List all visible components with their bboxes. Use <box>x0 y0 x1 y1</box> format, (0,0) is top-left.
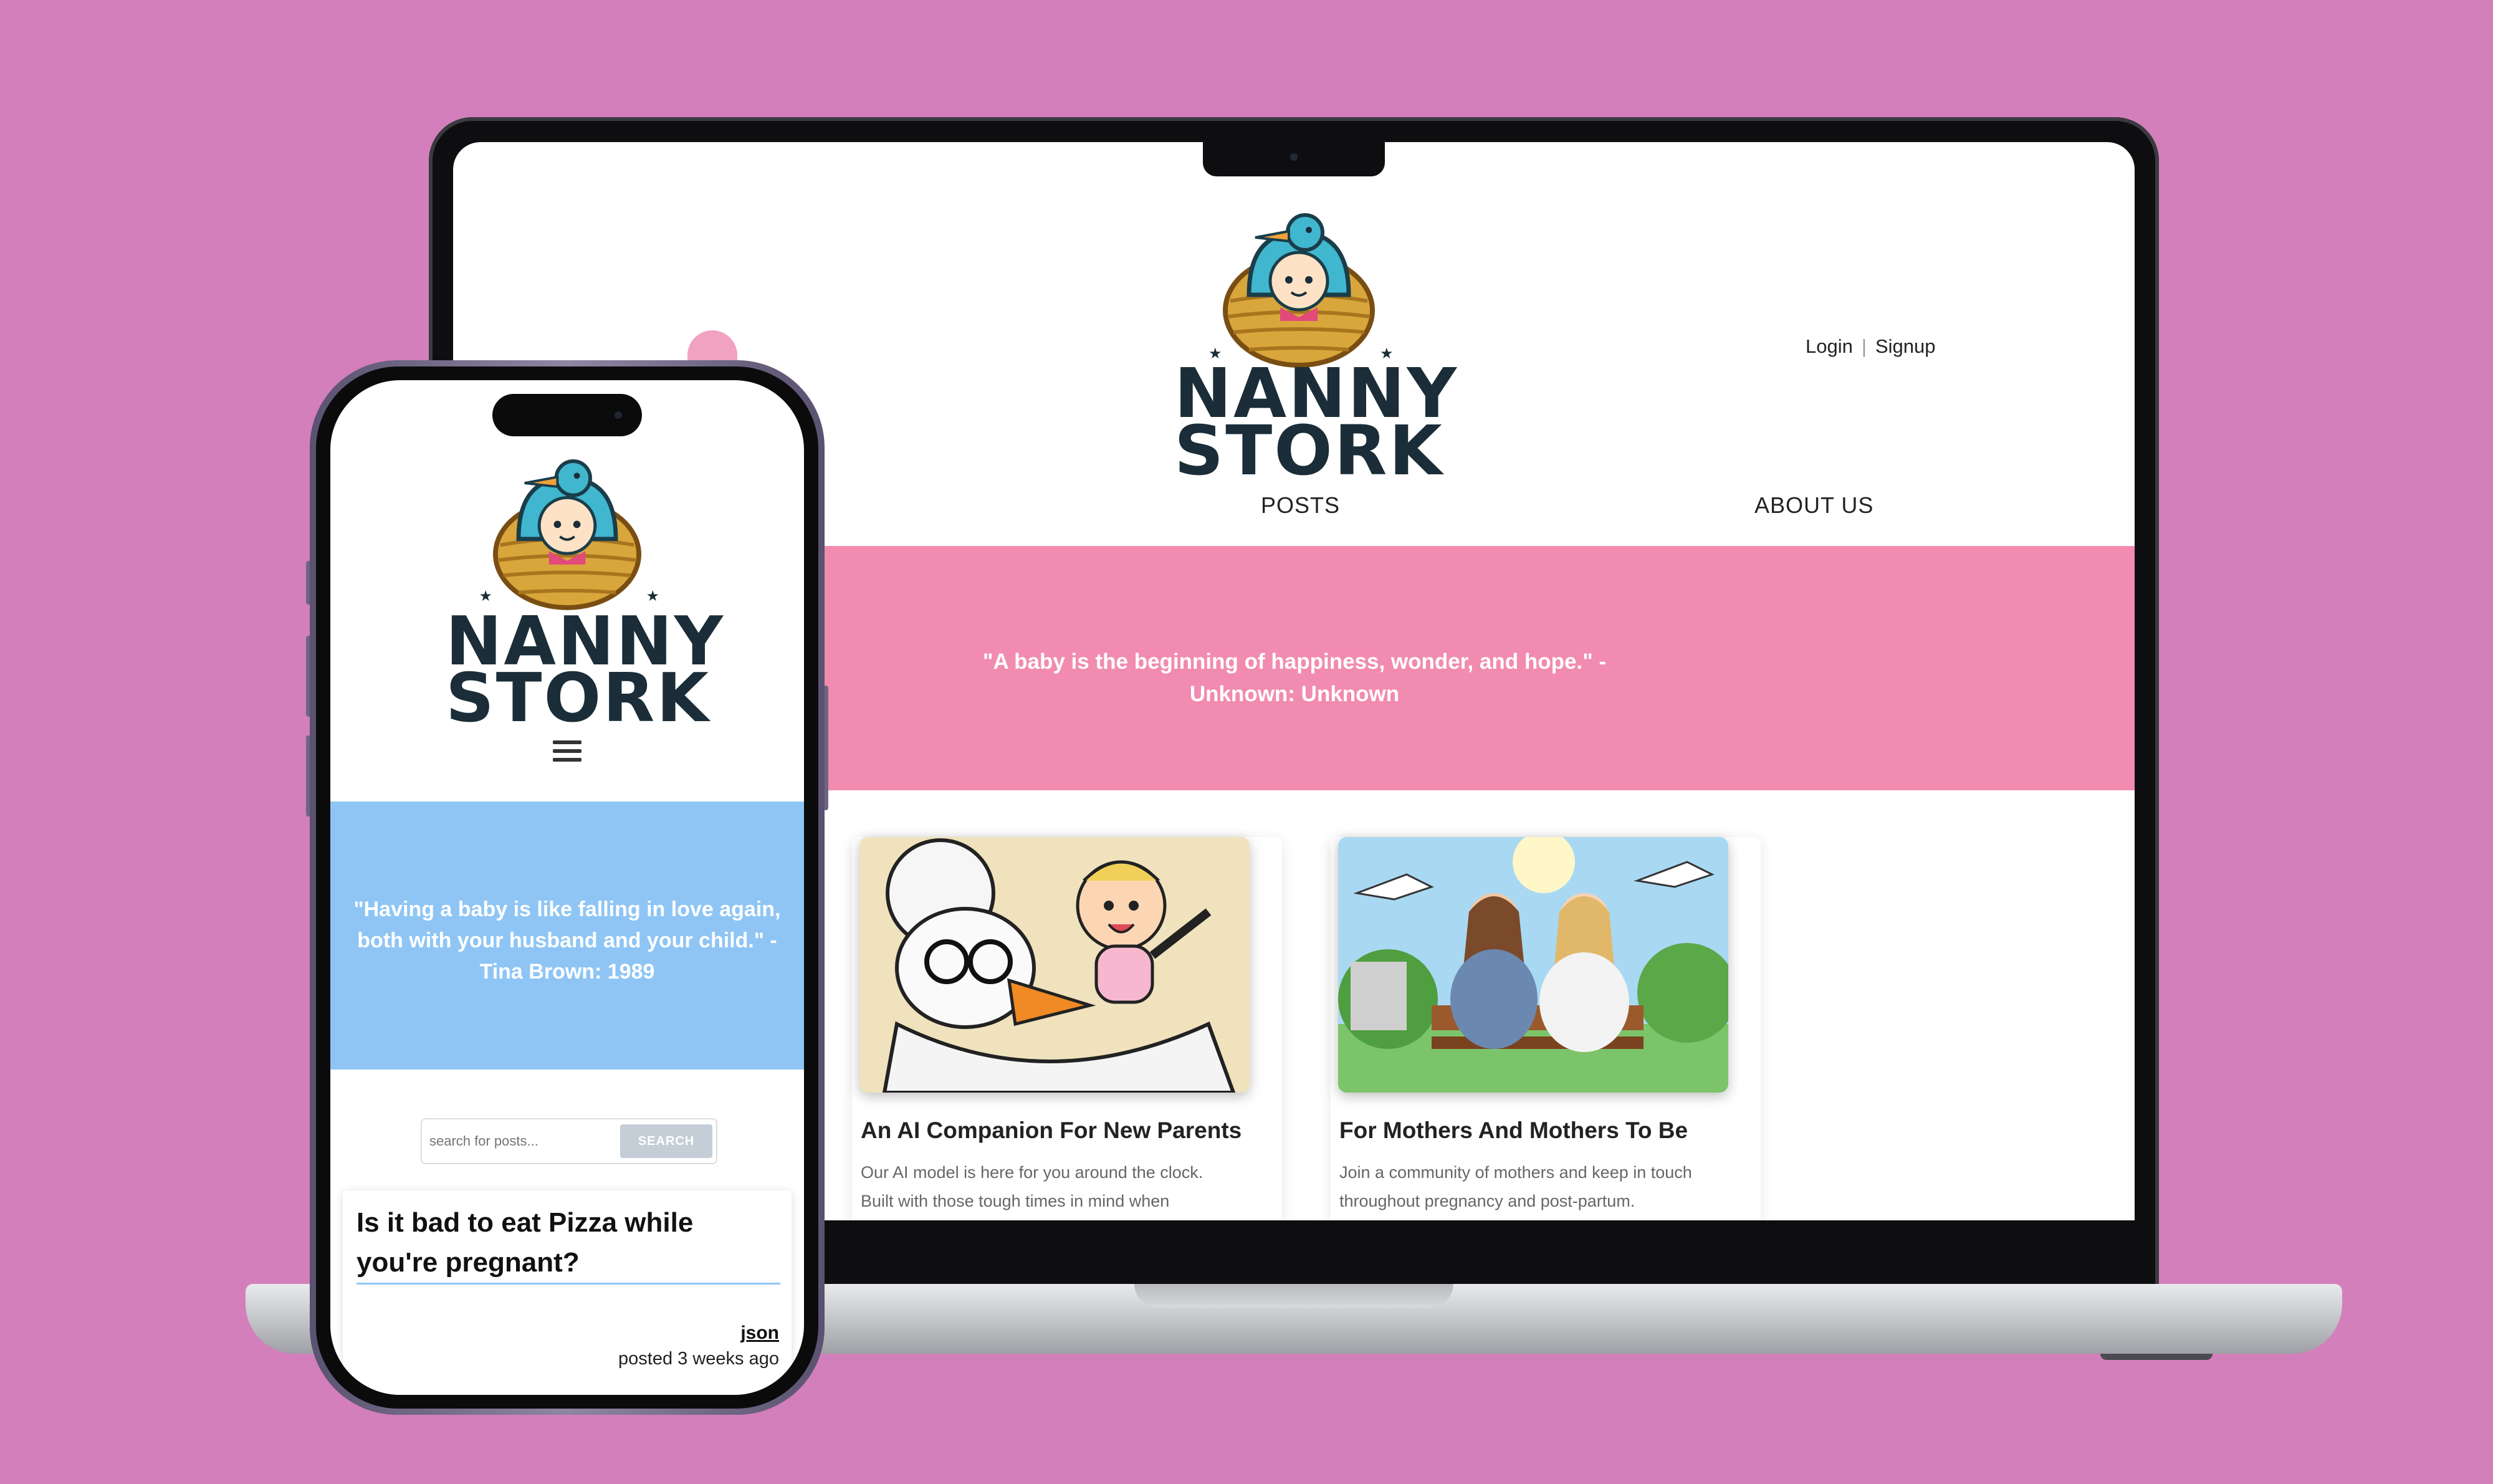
post-timestamp: posted 3 weeks ago <box>618 1349 779 1369</box>
site-logo[interactable]: ★ ★ NANNY STORK <box>446 452 725 739</box>
svg-text:★: ★ <box>479 588 492 604</box>
hamburger-menu-icon[interactable] <box>553 740 581 767</box>
feature-card-ai-companion[interactable]: An AI Companion For New Parents Our AI m… <box>852 837 1282 1220</box>
mothers-bench-image <box>1338 837 1728 1093</box>
search-input[interactable] <box>428 1127 618 1156</box>
stork-nanny-image <box>859 837 1250 1093</box>
auth-links: Login | Signup <box>1806 335 1935 358</box>
laptop-notch <box>1203 142 1385 176</box>
laptop-foot <box>2100 1354 2213 1360</box>
search-button[interactable]: SEARCH <box>620 1124 712 1158</box>
post-card[interactable]: Is it bad to eat Pizza while you're preg… <box>343 1190 792 1395</box>
stork-basket-logo-icon: ★ ★ <box>1208 213 1394 368</box>
feature-card-mothers[interactable]: For Mothers And Mothers To Be Join a com… <box>1331 837 1761 1220</box>
card-title: An AI Companion For New Parents <box>861 1118 1242 1143</box>
camera-icon <box>615 411 622 419</box>
stork-basket-logo-icon: ★ ★ <box>479 459 659 610</box>
auth-separator: | <box>1861 335 1867 357</box>
card-title: For Mothers And Mothers To Be <box>1339 1118 1688 1143</box>
site-logo[interactable]: ★ ★ NANNY STORK <box>1174 208 1458 491</box>
hero-banner: "Having a baby is like falling in love a… <box>330 802 804 1070</box>
card-description: Join a community of mothers and keep in … <box>1339 1163 1692 1210</box>
hero-quote: "Having a baby is like falling in love a… <box>353 898 781 984</box>
logo-wordmark: NANNY STORK <box>446 603 725 737</box>
dynamic-island <box>492 394 642 436</box>
post-divider <box>356 1283 780 1285</box>
search-bar: SEARCH <box>421 1118 717 1164</box>
login-link[interactable]: Login <box>1806 335 1853 357</box>
laptop-trackpad-lip <box>1134 1284 1453 1308</box>
signup-link[interactable]: Signup <box>1875 335 1936 357</box>
post-title[interactable]: Is it bad to eat Pizza while you're preg… <box>356 1203 780 1283</box>
camera-icon <box>1290 153 1298 161</box>
hero-quote: "A baby is the beginning of happiness, w… <box>982 649 1607 706</box>
card-description: Our AI model is here for you around the … <box>861 1163 1203 1210</box>
logo-wordmark: NANNY STORK <box>1174 353 1458 491</box>
svg-text:★: ★ <box>646 588 659 604</box>
mobile-screen: ★ ★ NANNY STORK "Having a baby is like f… <box>330 380 804 1395</box>
nav-about-us[interactable]: ABOUT US <box>1754 492 1873 519</box>
post-author-link[interactable]: json <box>740 1323 779 1344</box>
nav-posts[interactable]: POSTS <box>1261 492 1340 519</box>
